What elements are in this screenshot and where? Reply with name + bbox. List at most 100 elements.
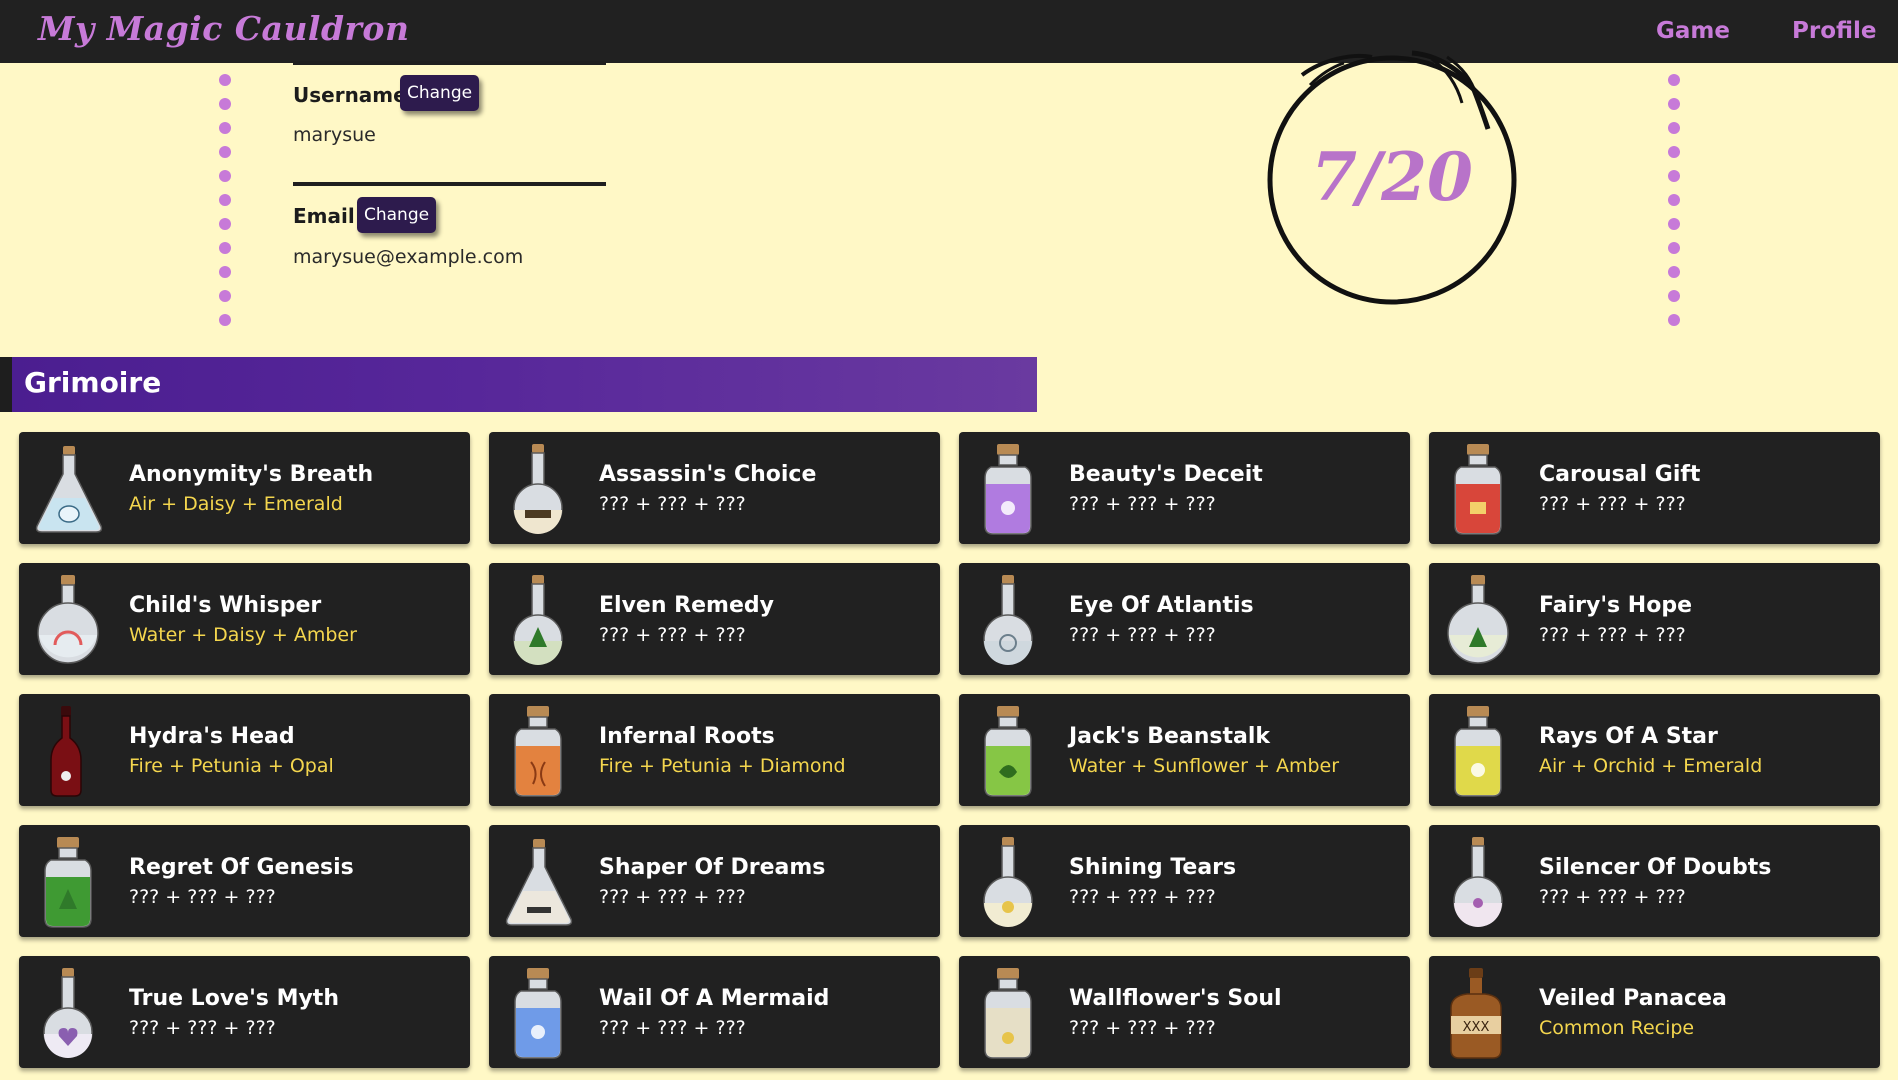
potion-recipe: ??? + ??? + ??? bbox=[1069, 886, 1216, 908]
potion-bottle-icon bbox=[35, 446, 103, 533]
potion-recipe: Water + Sunflower + Amber bbox=[1069, 755, 1340, 777]
potion-card-text: Silencer Of Doubts ??? + ??? + ??? bbox=[1539, 855, 1771, 908]
potion-card[interactable]: Elven Remedy ??? + ??? + ??? bbox=[489, 563, 940, 675]
potion-card-text: True Love's Myth ??? + ??? + ??? bbox=[129, 986, 339, 1039]
potion-name: Shining Tears bbox=[1069, 855, 1237, 880]
potion-name: Assassin's Choice bbox=[599, 462, 817, 487]
potion-recipe: Common Recipe bbox=[1539, 1017, 1695, 1039]
potion-card[interactable]: Eye Of Atlantis ??? + ??? + ??? bbox=[959, 563, 1410, 675]
potion-card[interactable]: Wail Of A Mermaid ??? + ??? + ??? bbox=[489, 956, 940, 1068]
nav-link-game[interactable]: Game bbox=[1656, 18, 1730, 44]
grimoire-title: Grimoire bbox=[24, 366, 162, 399]
potion-recipe: ??? + ??? + ??? bbox=[1069, 493, 1216, 515]
potion-card[interactable]: Anonymity's Breath Air + Daisy + Emerald bbox=[19, 432, 470, 544]
potion-bottle-icon bbox=[1447, 575, 1509, 664]
username-value: marysue bbox=[293, 124, 376, 146]
left-dot-border bbox=[219, 74, 231, 338]
potion-bottle-icon bbox=[505, 839, 573, 926]
potion-card[interactable]: Hydra's Head Fire + Petunia + Opal bbox=[19, 694, 470, 806]
email-value: marysue@example.com bbox=[293, 246, 524, 268]
potion-card-text: Rays Of A Star Air + Orchid + Emerald bbox=[1539, 724, 1762, 777]
username-label: Username bbox=[293, 83, 407, 107]
potion-name: Anonymity's Breath bbox=[129, 462, 374, 487]
potion-bottle-icon bbox=[1454, 706, 1502, 797]
potion-bottle-icon bbox=[984, 444, 1032, 535]
potion-recipe: ??? + ??? + ??? bbox=[1539, 886, 1686, 908]
potion-bottle-icon bbox=[44, 837, 92, 928]
potion-bottle-icon bbox=[514, 968, 562, 1059]
potion-bottle-icon bbox=[1454, 444, 1502, 535]
nav-link-profile[interactable]: Profile bbox=[1792, 18, 1877, 44]
potion-card-text: Eye Of Atlantis ??? + ??? + ??? bbox=[1069, 593, 1254, 646]
potion-card[interactable]: Carousal Gift ??? + ??? + ??? bbox=[1429, 432, 1880, 544]
potion-card-text: Fairy's Hope ??? + ??? + ??? bbox=[1539, 593, 1692, 646]
potion-name: Silencer Of Doubts bbox=[1539, 855, 1772, 880]
potion-recipe: ??? + ??? + ??? bbox=[1539, 624, 1686, 646]
potion-recipe: Air + Daisy + Emerald bbox=[129, 493, 343, 515]
change-username-button[interactable]: Change bbox=[400, 75, 480, 111]
potion-name: Veiled Panacea bbox=[1539, 986, 1727, 1011]
potion-card[interactable]: True Love's Myth ??? + ??? + ??? bbox=[19, 956, 470, 1068]
potion-name: Wail Of A Mermaid bbox=[599, 986, 830, 1011]
potion-name: Regret Of Genesis bbox=[129, 855, 354, 880]
potion-name: Carousal Gift bbox=[1539, 462, 1701, 487]
potion-card[interactable]: Shaper Of Dreams ??? + ??? + ??? bbox=[489, 825, 940, 937]
potion-recipe: ??? + ??? + ??? bbox=[599, 1017, 746, 1039]
potion-name: Rays Of A Star bbox=[1539, 724, 1718, 749]
potion-recipe: ??? + ??? + ??? bbox=[129, 1017, 276, 1039]
potion-card-text: Hydra's Head Fire + Petunia + Opal bbox=[129, 724, 334, 777]
potion-card[interactable]: Shining Tears ??? + ??? + ??? bbox=[959, 825, 1410, 937]
app-logo[interactable]: My Magic Cauldron bbox=[38, 9, 409, 48]
potion-recipe: Fire + Petunia + Opal bbox=[129, 755, 334, 777]
potion-card[interactable]: XXX Veiled Panacea Common Recipe bbox=[1429, 956, 1880, 1068]
potion-card[interactable]: Fairy's Hope ??? + ??? + ??? bbox=[1429, 563, 1880, 675]
potion-bottle-icon bbox=[513, 444, 563, 534]
potion-card-text: Veiled Panacea Common Recipe bbox=[1539, 986, 1727, 1039]
potion-card[interactable]: Wallflower's Soul ??? + ??? + ??? bbox=[959, 956, 1410, 1068]
potion-card-text: Shining Tears ??? + ??? + ??? bbox=[1069, 855, 1236, 908]
potion-bottle-icon bbox=[984, 968, 1032, 1059]
potion-recipe: ??? + ??? + ??? bbox=[599, 493, 746, 515]
potion-card[interactable]: Silencer Of Doubts ??? + ??? + ??? bbox=[1429, 825, 1880, 937]
potion-recipe: Fire + Petunia + Diamond bbox=[599, 755, 846, 777]
potion-card-text: Elven Remedy ??? + ??? + ??? bbox=[599, 593, 774, 646]
potion-card[interactable]: Child's Whisper Water + Daisy + Amber bbox=[19, 563, 470, 675]
potion-progress-counter: 7/20 bbox=[1311, 138, 1473, 216]
potion-bottle-icon bbox=[514, 706, 562, 797]
potion-recipe: Water + Daisy + Amber bbox=[129, 624, 357, 646]
change-email-button[interactable]: Change bbox=[357, 197, 437, 233]
grimoire-header: Grimoire bbox=[0, 357, 1037, 412]
potion-card[interactable]: Rays Of A Star Air + Orchid + Emerald bbox=[1429, 694, 1880, 806]
divider bbox=[293, 61, 606, 65]
potion-card[interactable]: Beauty's Deceit ??? + ??? + ??? bbox=[959, 432, 1410, 544]
right-dot-border bbox=[1668, 74, 1680, 338]
potion-card-text: Jack's Beanstalk Water + Sunflower + Amb… bbox=[1069, 724, 1339, 777]
potion-recipe: ??? + ??? + ??? bbox=[1069, 1017, 1216, 1039]
potion-bottle-icon bbox=[50, 706, 82, 797]
potion-card[interactable]: Infernal Roots Fire + Petunia + Diamond bbox=[489, 694, 940, 806]
potion-card[interactable]: Assassin's Choice ??? + ??? + ??? bbox=[489, 432, 940, 544]
potion-card-text: Anonymity's Breath Air + Daisy + Emerald bbox=[129, 462, 373, 515]
potion-name: True Love's Myth bbox=[129, 986, 339, 1011]
potion-recipe: ??? + ??? + ??? bbox=[129, 886, 276, 908]
potion-recipe: ??? + ??? + ??? bbox=[1069, 624, 1216, 646]
potion-card-text: Regret Of Genesis ??? + ??? + ??? bbox=[129, 855, 354, 908]
potion-card[interactable]: Regret Of Genesis ??? + ??? + ??? bbox=[19, 825, 470, 937]
potion-card-text: Wallflower's Soul ??? + ??? + ??? bbox=[1069, 986, 1282, 1039]
potion-bottle-icon bbox=[37, 575, 99, 664]
potion-bottle-icon: XXX bbox=[1450, 968, 1502, 1059]
potion-bottle-icon bbox=[1453, 837, 1503, 927]
top-nav-bar: My Magic Cauldron Game Profile bbox=[0, 0, 1898, 63]
potion-card-text: Wail Of A Mermaid ??? + ??? + ??? bbox=[599, 986, 829, 1039]
potion-card[interactable]: Jack's Beanstalk Water + Sunflower + Amb… bbox=[959, 694, 1410, 806]
potion-name: Elven Remedy bbox=[599, 593, 774, 618]
potion-card-text: Infernal Roots Fire + Petunia + Diamond bbox=[599, 724, 846, 777]
potion-name: Wallflower's Soul bbox=[1069, 986, 1282, 1011]
potion-name: Shaper Of Dreams bbox=[599, 855, 826, 880]
potion-name: Child's Whisper bbox=[129, 593, 322, 618]
potion-bottle-icon bbox=[983, 575, 1033, 665]
potion-bottle-icon bbox=[983, 837, 1033, 927]
potion-recipe: ??? + ??? + ??? bbox=[599, 624, 746, 646]
potion-name: Infernal Roots bbox=[599, 724, 775, 749]
potion-name: Fairy's Hope bbox=[1539, 593, 1693, 618]
